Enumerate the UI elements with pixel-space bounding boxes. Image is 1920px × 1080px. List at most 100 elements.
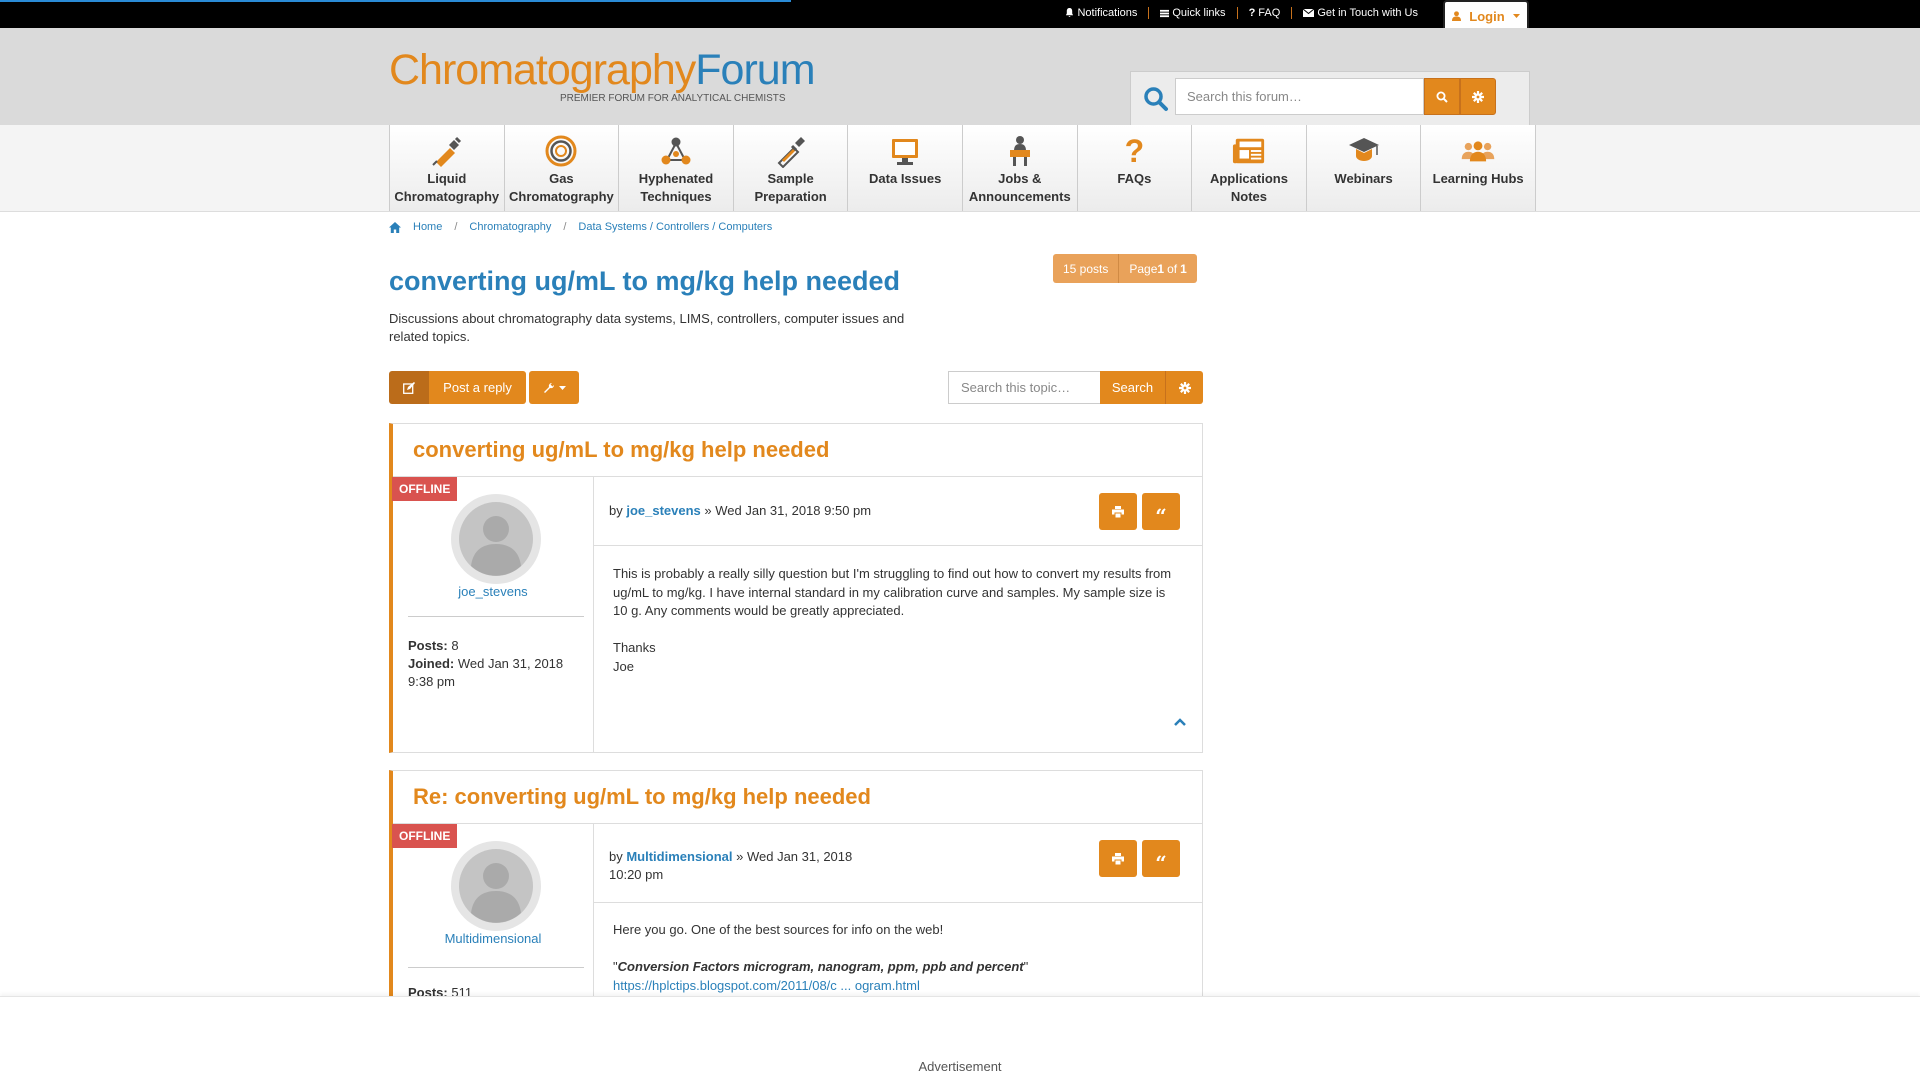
post-body: Here you go. One of the best sources for… (613, 921, 1178, 995)
joined-label: Joined: (408, 656, 455, 671)
nav-hyphenated-techniques[interactable]: Hyphenated Techniques (619, 125, 734, 211)
notifications-label: Notifications (1077, 7, 1138, 19)
site-logo[interactable]: ChromatographyForum PREMIER FORUM FOR AN… (389, 47, 816, 111)
nav-jobs-announcements[interactable]: Jobs & Announcements (962, 125, 1078, 211)
advanced-search-button[interactable] (1460, 78, 1496, 115)
print-icon (1112, 852, 1124, 865)
nav-webinars[interactable]: Webinars (1306, 125, 1422, 211)
post-author-link[interactable]: Multidimensional (626, 849, 732, 864)
graduation-cap-icon (1348, 138, 1379, 161)
post-byline: by joe_stevens » Wed Jan 31, 2018 9:50 p… (609, 502, 871, 520)
search-icon (1144, 87, 1168, 111)
breadcrumb-chromatography[interactable]: Chromatography (469, 221, 551, 233)
default-avatar-icon (459, 502, 533, 576)
advertisement-bar: Advertisement (0, 996, 1920, 1080)
forum-search-button[interactable] (1424, 78, 1460, 115)
post-body: This is probably a really silly question… (613, 565, 1178, 676)
default-avatar-icon (459, 849, 533, 923)
home-icon[interactable] (389, 221, 401, 233)
pagination: 15 posts Page 1 of 1 (1053, 254, 1197, 283)
top-links: Notifications Quick links ? FAQ Get in T… (1054, 0, 1429, 26)
nav-label: Liquid Chromatography (394, 171, 500, 204)
breadcrumb-home[interactable]: Home (413, 221, 442, 233)
pipette-icon (777, 137, 805, 168)
topic-advanced-search-button[interactable] (1166, 371, 1203, 404)
topic-search-button[interactable]: Search (1100, 371, 1166, 404)
quote-icon: “ (1155, 503, 1167, 528)
post-reply-label: Post a reply (429, 371, 526, 404)
quote-button[interactable]: “ (1142, 840, 1180, 877)
post-author-link[interactable]: joe_stevens (626, 503, 700, 518)
contact-link[interactable]: Get in Touch with Us (1292, 7, 1429, 19)
page-total: 1 (1180, 261, 1187, 276)
topic-search-input[interactable] (948, 371, 1100, 404)
faq-link[interactable]: ? FAQ (1238, 7, 1293, 19)
syringe-icon (432, 136, 461, 167)
post-author-link[interactable]: Multidimensional (393, 931, 593, 946)
post-text: Here you go. One of the best sources for… (613, 922, 944, 937)
avatar[interactable] (451, 494, 541, 584)
avatar[interactable] (451, 841, 541, 931)
forum-search-input[interactable] (1175, 78, 1424, 115)
divider (594, 902, 1202, 903)
nav-applications-notes[interactable]: Applications Notes (1192, 125, 1307, 211)
post-time: 10:20 pm (609, 867, 664, 882)
quote-mark: " (1023, 959, 1029, 974)
topic-description: Discussions about chromatography data sy… (389, 311, 905, 344)
nav-liquid-chromatography[interactable]: Liquid Chromatography (390, 125, 505, 211)
post-title[interactable]: converting ug/mL to mg/kg help needed (393, 424, 1202, 477)
bell-icon (1066, 8, 1074, 18)
caret-down-icon (558, 385, 566, 390)
by-label: by (609, 503, 627, 518)
faq-label: FAQ (1258, 7, 1281, 19)
nav-label: Webinars (1334, 171, 1393, 186)
envelope-icon (1303, 9, 1315, 17)
print-button[interactable] (1099, 493, 1137, 530)
page-indicator: Page 1 of 1 (1119, 254, 1197, 283)
nav-label: Sample Preparation (754, 171, 827, 204)
nav-faqs[interactable]: ? FAQs (1077, 125, 1193, 211)
divider (594, 545, 1202, 546)
external-link[interactable]: https://hplctips.blogspot.com/2011/08/c … (613, 977, 1178, 996)
page-load-progress (0, 0, 791, 2)
divider (593, 477, 594, 752)
divider (408, 616, 584, 617)
quick-links-menu[interactable]: Quick links (1149, 7, 1238, 19)
notifications-link[interactable]: Notifications (1054, 7, 1150, 19)
post-title[interactable]: Re: converting ug/mL to mg/kg help neede… (393, 771, 1202, 824)
nav-learning-hubs[interactable]: Learning Hubs (1421, 125, 1536, 211)
chevron-up-icon[interactable] (1174, 718, 1186, 726)
breadcrumb: Home / Chromatography / Data Systems / C… (389, 221, 772, 233)
caret-down-icon (1512, 14, 1520, 18)
edit-icon (403, 381, 415, 394)
by-label: by (609, 849, 627, 864)
people-icon (1461, 141, 1495, 162)
topic-title[interactable]: converting ug/mL to mg/kg help needed (389, 266, 900, 297)
print-button[interactable] (1099, 840, 1137, 877)
page-prefix: Page (1129, 261, 1158, 276)
post-date: » Wed Jan 31, 2018 (732, 849, 853, 864)
question-icon: ? (1248, 7, 1256, 19)
top-bar: Notifications Quick links ? FAQ Get in T… (0, 0, 1920, 28)
page-current: 1 (1157, 261, 1165, 276)
login-label: Login (1469, 8, 1505, 24)
post-date: » Wed Jan 31, 2018 9:50 pm (700, 503, 872, 518)
nav-sample-preparation[interactable]: Sample Preparation (733, 125, 849, 211)
posts-count: 8 (447, 638, 459, 653)
quote-button[interactable]: “ (1142, 493, 1180, 530)
author-stats: Posts: 8 Joined: Wed Jan 31, 2018 9:38 p… (408, 637, 588, 691)
logo-text-forum: Forum (695, 46, 815, 94)
post-text: This is probably a really silly question… (613, 566, 1172, 618)
breadcrumb-data-systems[interactable]: Data Systems / Controllers / Computers (578, 221, 772, 233)
nav-data-issues[interactable]: Data Issues (848, 125, 963, 211)
post-author-link[interactable]: joe_stevens (393, 584, 593, 599)
nav-gas-chromatography[interactable]: Gas Chromatography (504, 125, 620, 211)
contact-label: Get in Touch with Us (1317, 7, 1418, 19)
post-byline: by Multidimensional » Wed Jan 31, 2018 1… (609, 848, 852, 884)
site-header (0, 28, 1920, 125)
topic-tools-button[interactable] (529, 371, 579, 404)
post-reply-button[interactable]: Post a reply (389, 371, 526, 404)
topic-search: Search (948, 371, 1203, 404)
gc-column-icon (545, 135, 577, 167)
quoted-title: "Conversion Factors microgram, nanogram,… (613, 958, 1178, 977)
